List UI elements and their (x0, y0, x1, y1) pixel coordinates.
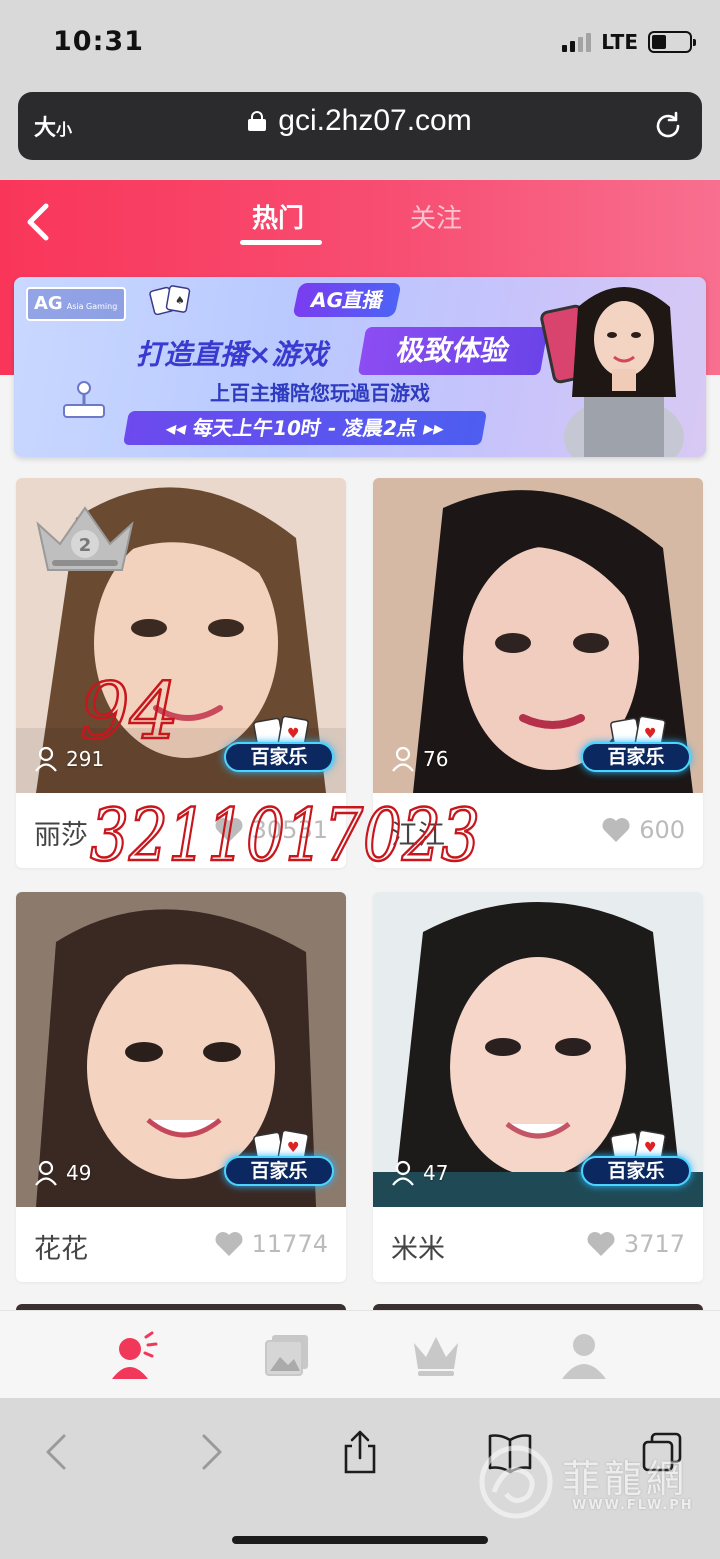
home-indicator (232, 1536, 488, 1544)
app-tab-bar (0, 1310, 720, 1398)
status-time: 10:31 (53, 26, 144, 57)
reload-icon[interactable] (652, 110, 684, 142)
viewer-number: 47 (423, 1161, 449, 1185)
forward-icon[interactable] (188, 1430, 232, 1474)
user-icon (35, 746, 57, 772)
like-count: 11774 (214, 1230, 328, 1258)
gallery-icon[interactable] (262, 1329, 314, 1381)
promo-banner[interactable]: AG Asia Gaming ♠ AG直播 打造直播×游戏 极致体验 上百主播陪您… (14, 277, 706, 457)
streamer-card[interactable]: 47 ♥ 百家乐 米米 3717 (373, 892, 703, 1282)
address-bar[interactable]: 大小 gci.2hz07.com (18, 92, 702, 160)
back-icon[interactable] (36, 1430, 80, 1474)
game-badge-label: 百家乐 (581, 742, 691, 772)
streamer-card[interactable]: 2 291 ♥ 百家乐 丽莎 30531 (16, 478, 346, 868)
svg-text:♥: ♥ (644, 1140, 657, 1156)
like-count: 3717 (586, 1230, 685, 1258)
browser-chrome-top: 10:31 LTE 大小 gci.2hz07.com (0, 0, 720, 180)
crown-icon[interactable] (410, 1329, 462, 1381)
game-badge-label: 百家乐 (224, 1156, 334, 1186)
ag-live-tag: AG直播 (292, 283, 402, 317)
dragon-logo-icon (479, 1445, 553, 1519)
viewer-count: 49 (34, 1160, 91, 1186)
site-watermark: 菲龍網 WWW.FLW.PH (476, 1444, 706, 1524)
url-display[interactable]: gci.2hz07.com (18, 104, 702, 138)
user-icon (392, 1160, 414, 1186)
game-badge-label: 百家乐 (581, 1156, 691, 1186)
heart-icon (587, 1232, 615, 1256)
game-badge: ♥ 百家乐 (224, 716, 334, 772)
svg-text:♥: ♥ (287, 726, 300, 742)
tab-follow[interactable]: 关注 (410, 198, 462, 235)
streamer-card[interactable]: 49 ♥ 百家乐 花花 11774 (16, 892, 346, 1282)
viewer-count: 291 (34, 746, 104, 772)
url-text: gci.2hz07.com (278, 104, 472, 137)
game-badge: ♥ 百家乐 (581, 716, 691, 772)
streamer-name: 花花 (34, 1234, 88, 1265)
svg-text:♥: ♥ (287, 1140, 300, 1156)
like-number: 600 (639, 816, 685, 844)
svg-text:♥: ♥ (644, 726, 657, 742)
heart-icon (215, 1232, 243, 1256)
back-arrow-icon[interactable] (24, 202, 54, 242)
like-count: 30531 (214, 816, 328, 844)
heart-icon (215, 818, 243, 842)
tab-hot[interactable]: 热门 (252, 198, 304, 235)
rank-crown-icon: 2 (36, 506, 134, 571)
profile-icon[interactable] (558, 1329, 610, 1381)
like-number: 11774 (251, 1230, 328, 1258)
like-number: 3717 (623, 1230, 685, 1258)
viewer-count: 76 (391, 746, 448, 772)
banner-hours: ◂◂ 每天上午10时 - 凌晨2点 ▸▸ (123, 411, 487, 445)
svg-text:2: 2 (79, 535, 92, 556)
like-number: 30531 (251, 816, 328, 844)
signal-icon (562, 32, 592, 52)
joystick-icon (63, 381, 105, 418)
viewer-number: 49 (66, 1161, 92, 1185)
banner-slogan-right: 极致体验 (357, 327, 549, 375)
heart-icon (602, 818, 630, 842)
watermark-text: 菲龍網 (562, 1457, 689, 1501)
banner-model-image (564, 287, 684, 457)
game-badge: ♥ 百家乐 (224, 1130, 334, 1186)
network-label: LTE (601, 30, 638, 54)
viewer-number: 291 (66, 747, 105, 771)
streamer-name: 江江 (391, 820, 445, 851)
battery-icon (648, 31, 696, 53)
viewer-count: 47 (391, 1160, 448, 1186)
viewer-number: 76 (423, 747, 449, 771)
streamer-name: 丽莎 (34, 820, 88, 851)
banner-subtitle: 上百主播陪您玩過百游戏 (210, 381, 430, 405)
like-count: 600 (601, 816, 685, 844)
user-icon (392, 746, 414, 772)
status-indicators: LTE (562, 30, 696, 54)
game-badge-label: 百家乐 (224, 742, 334, 772)
lock-icon (248, 111, 267, 131)
svg-text:♠: ♠ (175, 294, 185, 307)
watermark-url: WWW.FLW.PH (572, 1498, 694, 1513)
banner-slogan-left: 打造直播×游戏 (136, 338, 328, 371)
active-tab-indicator (240, 240, 322, 245)
streamer-name: 米米 (391, 1234, 445, 1265)
share-icon[interactable] (338, 1430, 382, 1474)
playing-cards-icon: ♠ (149, 285, 191, 315)
ag-logo: AG Asia Gaming (26, 287, 126, 321)
user-icon (35, 1160, 57, 1186)
streamer-card[interactable]: 76 ♥ 百家乐 江江 600 (373, 478, 703, 868)
live-streamer-icon[interactable] (108, 1329, 160, 1381)
game-badge: ♥ 百家乐 (581, 1130, 691, 1186)
